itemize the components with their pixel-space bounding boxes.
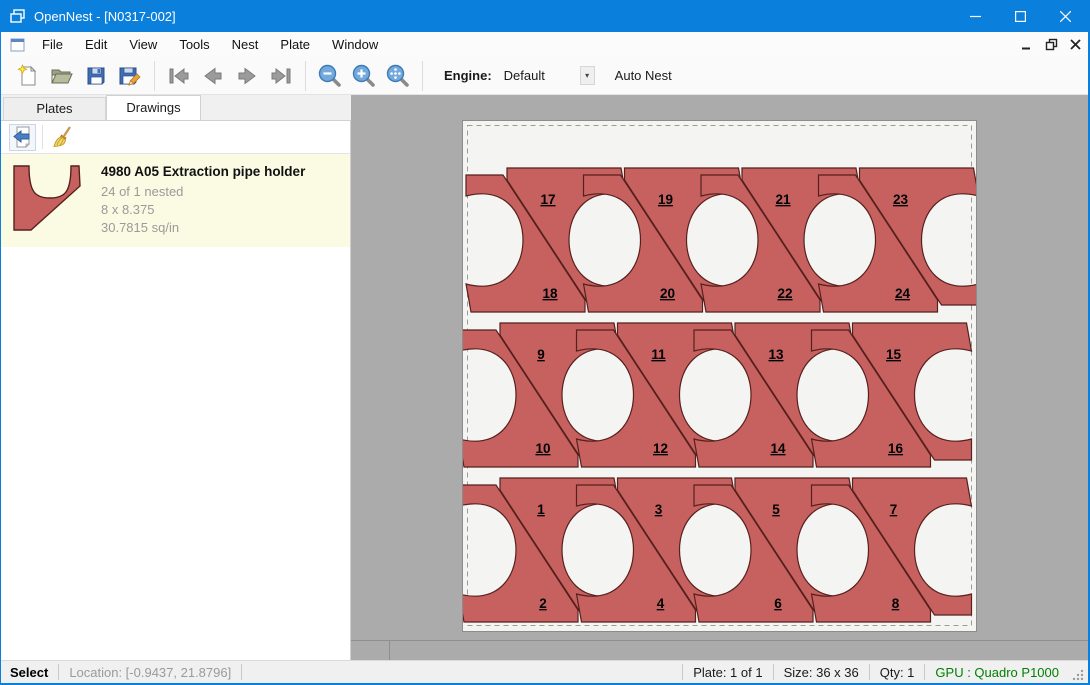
mdi-restore-button[interactable] — [1040, 35, 1062, 55]
part-thumbnail — [13, 164, 91, 237]
canvas-scroll-divider — [351, 640, 1088, 641]
part-pair: 1516 — [812, 323, 972, 467]
part-number: 1 — [537, 502, 545, 517]
titlebar: OpenNest - [N0317-002] — [1, 0, 1088, 32]
menu-tools[interactable]: Tools — [168, 34, 220, 55]
tab-plates[interactable]: Plates — [3, 97, 106, 120]
menu-view[interactable]: View — [118, 34, 168, 55]
part-number: 15 — [886, 347, 902, 362]
part-number: 21 — [775, 192, 791, 207]
resize-grip[interactable] — [1071, 668, 1085, 682]
plate-svg: 171819202122232491011121314151612345678 — [463, 121, 976, 631]
status-mode: Select — [1, 665, 58, 680]
part-number: 14 — [770, 441, 786, 456]
close-button[interactable] — [1043, 0, 1088, 32]
mdi-close-button[interactable] — [1064, 35, 1086, 55]
drawings-panel: 4980 A05 Extraction pipe holder 24 of 1 … — [1, 120, 351, 660]
import-drawing-button[interactable] — [9, 124, 36, 151]
part-number: 13 — [768, 347, 784, 362]
opennest-window: OpenNest - [N0317-002] File Edit View To… — [0, 0, 1090, 685]
engine-select[interactable]: Default ▾ — [500, 66, 595, 85]
drawing-nested-count: 24 of 1 nested — [101, 183, 305, 201]
part-number: 7 — [890, 502, 898, 517]
part-pair: 23 24 — [819, 168, 977, 312]
auto-nest-button[interactable]: Auto Nest — [609, 64, 678, 87]
status-location: Location: [-0.9437, 21.8796] — [59, 665, 241, 680]
part-number: 24 — [895, 286, 911, 301]
sidebar: Plates Drawings — [1, 95, 351, 660]
nest-canvas[interactable]: 171819202122232491011121314151612345678 — [351, 95, 1088, 660]
part-number: 23 — [893, 192, 909, 207]
part-number: 2 — [539, 596, 547, 611]
menu-file[interactable]: File — [31, 34, 74, 55]
part-number: 5 — [772, 502, 780, 517]
save-button[interactable] — [79, 60, 113, 92]
previous-plate-button[interactable] — [196, 60, 230, 92]
part-number: 4 — [657, 596, 665, 611]
status-qty: Qty: 1 — [870, 665, 925, 680]
part-number: 20 — [660, 286, 675, 301]
drawing-area: 30.7815 sq/in — [101, 219, 305, 237]
part-pair: 78 — [812, 478, 972, 622]
main-toolbar: Engine: Default ▾ Auto Nest — [1, 57, 1088, 95]
menu-window[interactable]: Window — [321, 34, 389, 55]
chevron-down-icon[interactable]: ▾ — [580, 66, 595, 85]
drawings-toolbar — [1, 121, 350, 154]
new-button[interactable] — [11, 60, 45, 92]
engine-value: Default — [500, 66, 580, 85]
zoom-fit-button[interactable] — [381, 60, 415, 92]
part-number: 3 — [655, 502, 663, 517]
window-title: OpenNest - [N0317-002] — [34, 9, 176, 24]
part-number: 16 — [888, 441, 904, 456]
engine-label: Engine: — [444, 68, 492, 83]
statusbar: Select Location: [-0.9437, 21.8796] Plat… — [1, 660, 1088, 683]
part-number: 8 — [892, 596, 900, 611]
last-plate-button[interactable] — [264, 60, 298, 92]
open-button[interactable] — [45, 60, 79, 92]
app-icon — [10, 8, 26, 24]
menu-plate[interactable]: Plate — [269, 34, 321, 55]
drawing-title: 4980 A05 Extraction pipe holder — [101, 164, 305, 179]
part-number: 22 — [777, 286, 792, 301]
mdi-minimize-button[interactable] — [1016, 35, 1038, 55]
plate[interactable]: 171819202122232491011121314151612345678 — [462, 120, 977, 632]
next-plate-button[interactable] — [230, 60, 264, 92]
sidebar-tabs: Plates Drawings — [1, 95, 351, 120]
minimize-button[interactable] — [953, 0, 998, 32]
part-number: 6 — [774, 596, 782, 611]
status-gpu: GPU : Quadro P1000 — [925, 665, 1069, 680]
menubar: File Edit View Tools Nest Plate Window — [1, 32, 1088, 57]
zoom-out-button[interactable] — [313, 60, 347, 92]
part-number: 17 — [540, 192, 555, 207]
first-plate-button[interactable] — [162, 60, 196, 92]
part-number: 9 — [537, 347, 545, 362]
drawing-list-item[interactable]: 4980 A05 Extraction pipe holder 24 of 1 … — [1, 154, 350, 247]
zoom-in-button[interactable] — [347, 60, 381, 92]
menu-nest[interactable]: Nest — [221, 34, 270, 55]
part-number: 11 — [651, 347, 666, 362]
part-number: 10 — [535, 441, 550, 456]
menu-edit[interactable]: Edit — [74, 34, 118, 55]
clean-broom-button[interactable] — [49, 124, 76, 151]
part-number: 19 — [658, 192, 673, 207]
canvas-scroll-tick — [389, 641, 390, 660]
maximize-button[interactable] — [998, 0, 1043, 32]
status-plate: Plate: 1 of 1 — [683, 665, 772, 680]
document-icon[interactable] — [10, 38, 25, 52]
tab-drawings[interactable]: Drawings — [106, 95, 201, 120]
status-size: Size: 36 x 36 — [774, 665, 869, 680]
drawing-dimensions: 8 x 8.375 — [101, 201, 305, 219]
save-as-button[interactable] — [113, 60, 147, 92]
part-number: 12 — [653, 441, 668, 456]
part-number: 18 — [542, 286, 558, 301]
